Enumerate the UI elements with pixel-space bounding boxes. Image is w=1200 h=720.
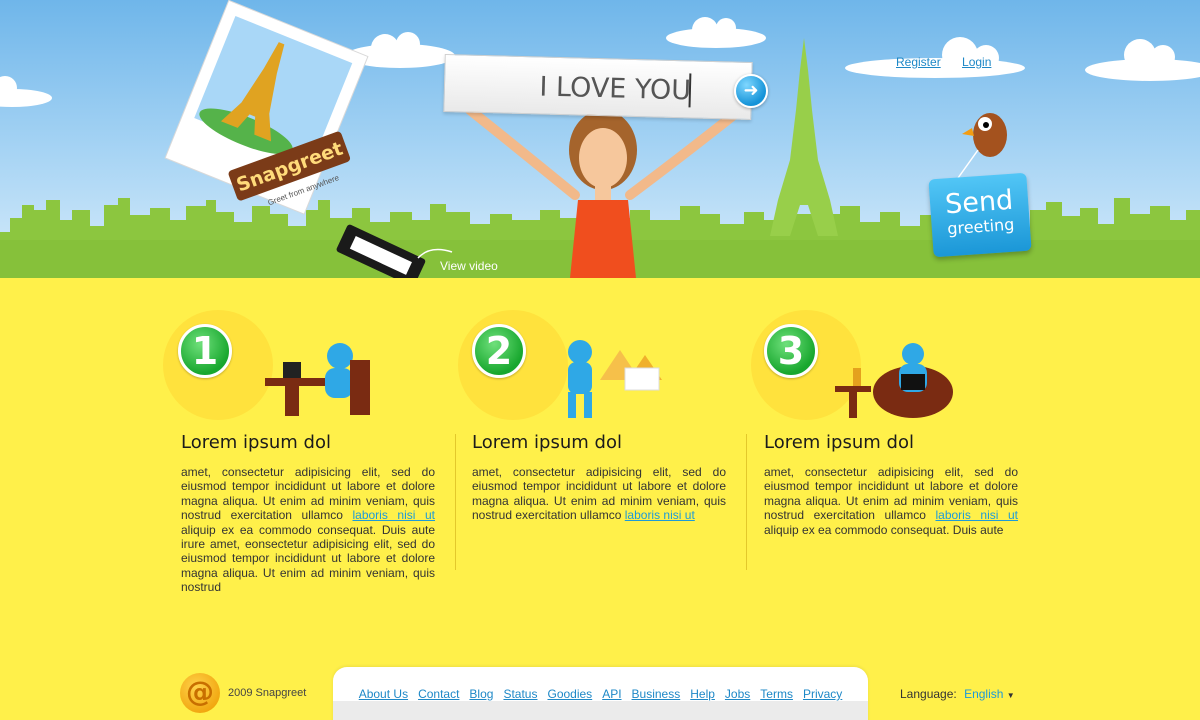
- step-divider-1: [455, 434, 456, 570]
- language-label: Language:: [900, 687, 957, 701]
- footer-link-status[interactable]: Status: [503, 687, 537, 720]
- footer-link-contact[interactable]: Contact: [418, 687, 459, 720]
- send-greeting-button[interactable]: Send greeting: [928, 172, 1032, 258]
- footer-link-business[interactable]: Business: [632, 687, 681, 720]
- arrow-right-icon: ➜: [743, 80, 759, 101]
- go-button[interactable]: ➜: [734, 74, 768, 108]
- armchair-figure-illustration: [835, 343, 953, 418]
- footer-link-help[interactable]: Help: [690, 687, 715, 720]
- bird-icon: [962, 113, 1007, 157]
- footer-link-about-us[interactable]: About Us: [359, 687, 408, 720]
- message-box: [443, 53, 753, 121]
- eiffel-tower-right: [770, 38, 838, 236]
- step-2-text: Lorem ipsum dol amet, consectetur adipis…: [472, 432, 726, 523]
- step-3-body: amet, consectetur adipisicing elit, sed …: [764, 465, 1019, 537]
- step-2-body: amet, consectetur adipisicing elit, sed …: [472, 465, 726, 523]
- step-divider-2: [746, 434, 747, 570]
- steps-section: 1 Lorem ipsum dol amet, consectetur adip…: [0, 300, 1200, 630]
- step-1-text: Lorem ipsum dol amet, consectetur adipis…: [181, 432, 435, 595]
- at-sign-icon: @: [180, 673, 220, 713]
- view-video-link[interactable]: View video: [440, 259, 498, 273]
- step-3-number: 3: [764, 324, 818, 378]
- step-2-title: Lorem ipsum dol: [472, 432, 622, 453]
- footer-nav: About Us Contact Blog Status Goodies API…: [333, 667, 868, 720]
- footer-link-api[interactable]: API: [602, 687, 621, 720]
- step-3-link[interactable]: laboris nisi ut: [935, 508, 1018, 522]
- step-2-number: 2: [472, 324, 526, 378]
- step-2-link[interactable]: laboris nisi ut: [625, 508, 695, 522]
- copyright-text: 2009 Snapgreet: [228, 687, 307, 699]
- step-1-title: Lorem ipsum dol: [181, 432, 331, 453]
- footer-link-blog[interactable]: Blog: [469, 687, 493, 720]
- login-link[interactable]: Login: [962, 55, 991, 69]
- desk-figure-illustration: [265, 343, 370, 416]
- footer-link-terms[interactable]: Terms: [760, 687, 793, 720]
- pyramid-camera-illustration: [568, 340, 662, 418]
- step-3-text: Lorem ipsum dol amet, consectetur adipis…: [764, 432, 1018, 537]
- text-caret: [688, 73, 692, 108]
- footer-link-privacy[interactable]: Privacy: [803, 687, 842, 720]
- language-selector: Language: English ▼: [900, 687, 1015, 701]
- account-links: Register Login: [896, 55, 1009, 69]
- step-3-title: Lorem ipsum dol: [764, 432, 914, 453]
- register-link[interactable]: Register: [896, 55, 941, 69]
- step-1-number: 1: [178, 324, 232, 378]
- message-input[interactable]: [464, 65, 692, 110]
- chevron-down-icon: ▼: [1006, 691, 1015, 700]
- footer-link-jobs[interactable]: Jobs: [725, 687, 750, 720]
- language-dropdown[interactable]: English ▼: [964, 687, 1015, 701]
- step-1-body: amet, consectetur adipisicing elit, sed …: [181, 465, 436, 595]
- language-value: English: [964, 687, 1004, 701]
- hero-banner: Snapgreet Greet from anywhere Register L…: [0, 0, 1200, 278]
- footer-link-goodies[interactable]: Goodies: [547, 687, 592, 720]
- step-1-link[interactable]: laboris nisi ut: [352, 508, 435, 522]
